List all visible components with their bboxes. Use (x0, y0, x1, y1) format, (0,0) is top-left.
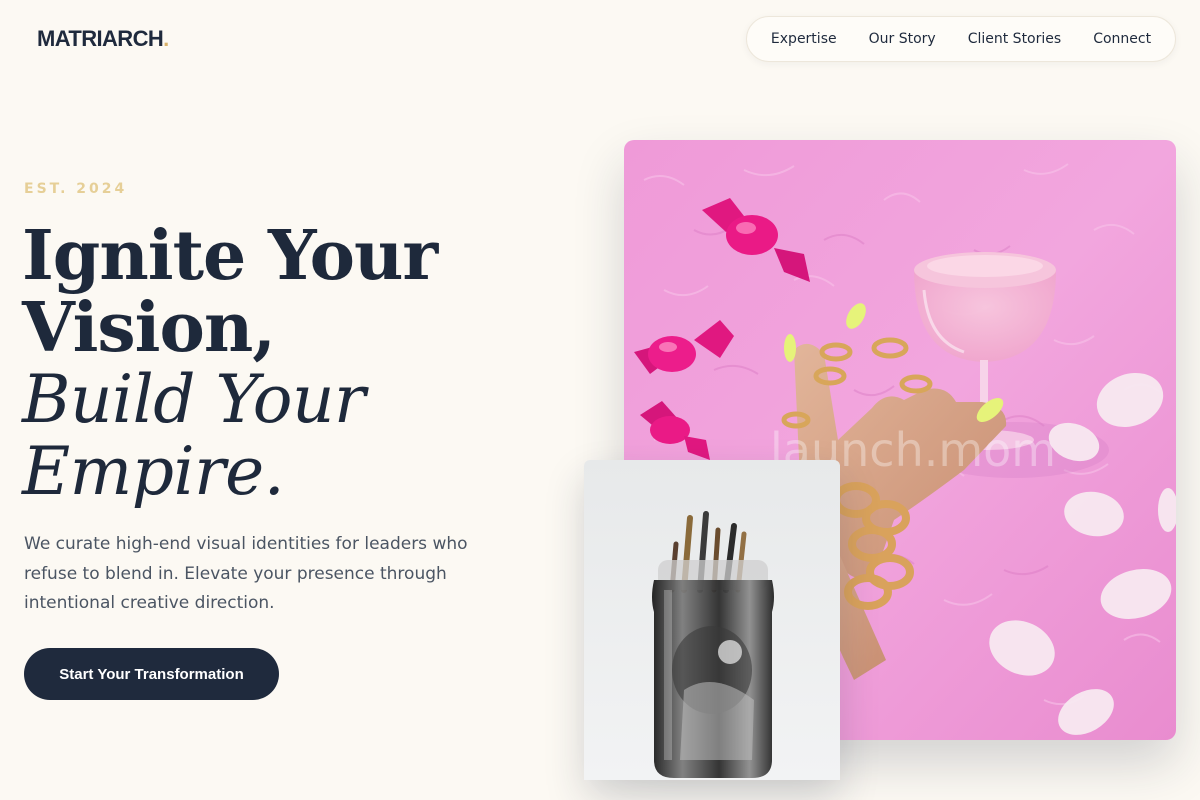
main-nav: Expertise Our Story Client Stories Conne… (746, 16, 1176, 62)
brand-name: MATRIARCH (37, 26, 164, 51)
nav-link-expertise[interactable]: Expertise (771, 31, 837, 47)
nav-link-client-stories[interactable]: Client Stories (968, 31, 1061, 47)
headline-line-1: Ignite Your (22, 216, 438, 296)
headline-line-4: Empire. (22, 433, 285, 510)
hero-headline: Ignite Your Vision, Build Your Empire. (22, 216, 438, 510)
nav-link-connect[interactable]: Connect (1093, 31, 1151, 47)
hero-description: We curate high-end visual identities for… (24, 534, 468, 613)
brand-logo[interactable]: MATRIARCH. (37, 26, 169, 52)
paintbrush-jar-photo (584, 460, 840, 780)
nav-link-our-story[interactable]: Our Story (869, 31, 936, 47)
brand-dot: . (163, 26, 169, 51)
headline-line-2: Vision, (22, 288, 276, 368)
headline-line-3: Build Your (22, 361, 366, 438)
start-transformation-button[interactable]: Start Your Transformation (24, 648, 279, 700)
hero-eyebrow: EST. 2024 (24, 181, 128, 197)
